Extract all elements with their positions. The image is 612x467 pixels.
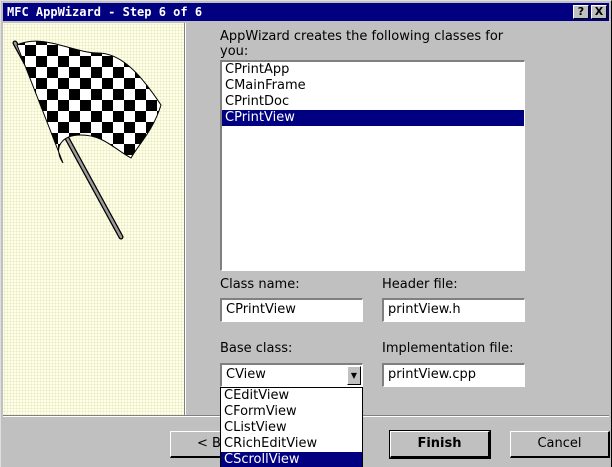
chevron-down-icon[interactable]: ▼ [347, 366, 361, 385]
class-name-field[interactable]: CPrintView [220, 298, 363, 322]
base-class-label: Base class: [220, 341, 293, 356]
panel-divider [184, 23, 186, 415]
window-title: MFC AppWizard - Step 6 of 6 [7, 5, 203, 19]
header-file-label: Header file: [382, 277, 458, 292]
list-item[interactable]: CPrintView [222, 110, 524, 126]
base-class-combo[interactable]: CView ▼ [220, 363, 363, 387]
list-item[interactable]: CPrintDoc [222, 94, 524, 110]
finish-button[interactable]: Finish [389, 430, 491, 459]
classes-label: AppWizard creates the following classes … [220, 29, 504, 59]
dropdown-option[interactable]: CScrollView [221, 452, 362, 467]
close-button[interactable]: X [591, 5, 607, 19]
list-item[interactable]: CMainFrame [222, 78, 524, 94]
dropdown-option[interactable]: CEditView [221, 388, 362, 404]
classes-listbox[interactable]: CPrintApp CMainFrame CPrintDoc CPrintVie… [220, 60, 525, 271]
header-file-field[interactable]: printView.h [382, 298, 525, 322]
wizard-window: MFC AppWizard - Step 6 of 6 ? X AppWizar… [0, 0, 612, 467]
base-class-value: CView [226, 367, 266, 382]
class-name-label: Class name: [220, 277, 300, 292]
list-item[interactable]: CPrintApp [222, 62, 524, 78]
dropdown-option[interactable]: CFormView [221, 404, 362, 420]
base-class-dropdown[interactable]: CEditView CFormView CListView CRichEditV… [220, 387, 363, 467]
help-button[interactable]: ? [573, 5, 589, 19]
title-bar: MFC AppWizard - Step 6 of 6 ? X [3, 3, 609, 21]
cancel-button[interactable]: Cancel [510, 431, 610, 458]
dropdown-option[interactable]: CListView [221, 420, 362, 436]
implementation-file-label: Implementation file: [382, 341, 514, 356]
wizard-art-panel [3, 23, 184, 415]
dropdown-option[interactable]: CRichEditView [221, 436, 362, 452]
checkered-flag-icon [12, 40, 162, 240]
implementation-file-field[interactable]: printView.cpp [382, 363, 525, 387]
